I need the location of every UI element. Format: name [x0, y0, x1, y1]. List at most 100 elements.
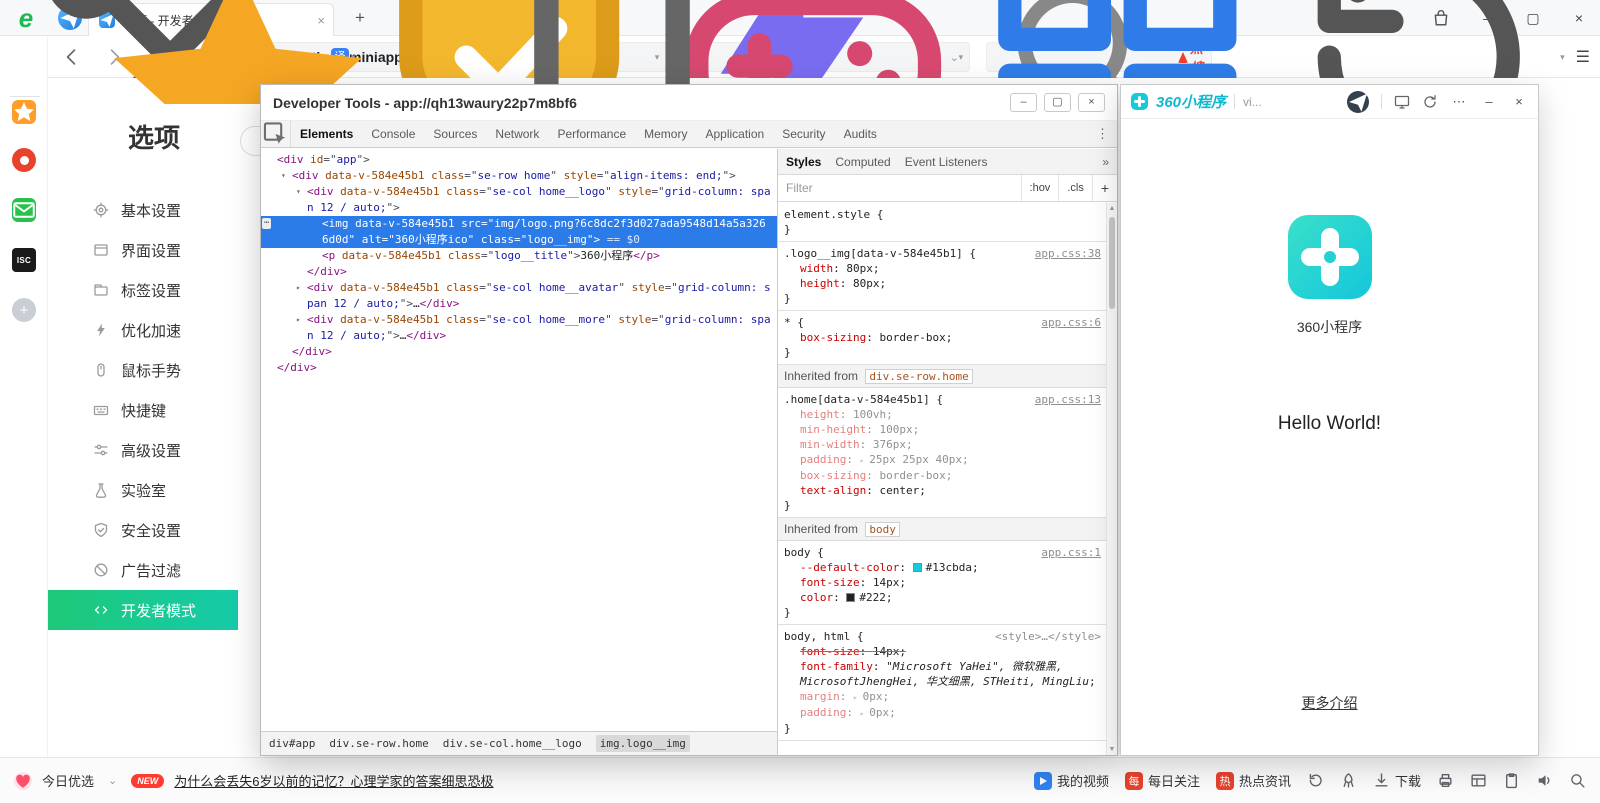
devtools-tab-elements[interactable]: Elements — [291, 121, 362, 147]
stylesheet-link[interactable]: app.css:38 — [1035, 246, 1101, 261]
miniapp-titlebar[interactable]: 360小程序 vi... ⋯ – × — [1121, 85, 1538, 119]
styles-filter-input[interactable]: Filter — [786, 181, 1021, 195]
daily-follow-item[interactable]: 每每日关注 — [1125, 771, 1200, 790]
stylesheet-link[interactable]: app.css:1 — [1041, 545, 1101, 560]
dom-tree-node[interactable]: <p data-v-584e45b1 class="logo__title">3… — [261, 248, 777, 264]
color-swatch[interactable] — [913, 563, 922, 572]
sidebar-tab-computed[interactable]: Computed — [835, 155, 890, 169]
css-property[interactable]: text-align: center; — [784, 483, 1101, 498]
settings-menu-item-window[interactable]: 界面设置 — [48, 230, 238, 270]
devtools-tab-security[interactable]: Security — [773, 121, 834, 147]
devtools-titlebar[interactable]: Developer Tools - app://qh13waury22p7m8b… — [261, 85, 1117, 121]
scrollbar-thumb[interactable] — [1109, 217, 1115, 309]
dom-tree-node[interactable]: </div> — [261, 360, 777, 376]
css-property[interactable]: font-size: 14px; — [784, 575, 1101, 590]
css-selector[interactable]: * { — [784, 315, 1033, 330]
dom-tree-node[interactable]: </div> — [261, 264, 777, 280]
boost-icon[interactable] — [1307, 772, 1324, 789]
color-swatch[interactable] — [846, 593, 855, 602]
monitor-icon[interactable] — [1394, 94, 1410, 110]
breadcrumb-item[interactable]: img.logo__img — [596, 735, 690, 752]
styles-toggle-cls[interactable]: .cls — [1058, 175, 1092, 201]
sidebar-more-icon[interactable]: » — [1102, 155, 1109, 169]
settings-menu-item-block[interactable]: 广告过滤 — [48, 550, 238, 590]
inherited-node-link[interactable]: div.se-row.home — [865, 369, 972, 384]
settings-menu-item-dev[interactable]: 开发者模式 — [48, 590, 238, 630]
sidebar-tab-event-listeners[interactable]: Event Listeners — [905, 155, 988, 169]
stylesheet-link[interactable]: app.css:6 — [1041, 315, 1101, 330]
css-property[interactable]: color: #222; — [784, 590, 1101, 605]
devtools-tab-audits[interactable]: Audits — [835, 121, 886, 147]
css-property[interactable]: margin: ▸ 0px; — [784, 689, 1101, 705]
dom-tree-node[interactable]: ▾<div data-v-584e45b1 class="se-col home… — [261, 184, 777, 216]
css-property[interactable]: min-height: 100px; — [784, 422, 1101, 437]
css-selector[interactable]: body, html { — [784, 629, 987, 644]
settings-menu-item-keys[interactable]: 快捷键 — [48, 390, 238, 430]
isc-sidebar-icon[interactable]: ISC — [12, 248, 36, 272]
devtools-tab-sources[interactable]: Sources — [424, 121, 486, 147]
settings-menu-item-bolt[interactable]: 优化加速 — [48, 310, 238, 350]
main-menu-icon[interactable]: ☰ — [1576, 47, 1590, 67]
dom-tree-node[interactable]: ▸<div data-v-584e45b1 class="se-col home… — [261, 312, 777, 344]
zoom-search-icon[interactable] — [1569, 772, 1586, 789]
breadcrumb-item[interactable]: div#app — [269, 737, 315, 750]
css-property[interactable]: --default-color: #13cbda; — [784, 560, 1101, 575]
devtools-more-icon[interactable]: ⋮ — [1088, 121, 1117, 147]
css-property[interactable]: min-width: 376px; — [784, 437, 1101, 452]
devtools-tab-application[interactable]: Application — [696, 121, 773, 147]
devtools-tab-console[interactable]: Console — [362, 121, 424, 147]
css-property[interactable]: padding: ▸ 25px 25px 40px; — [784, 452, 1101, 468]
settings-menu-item-tabs[interactable]: 标签设置 — [48, 270, 238, 310]
css-selector[interactable]: body { — [784, 545, 1033, 560]
devtools-tab-network[interactable]: Network — [486, 121, 548, 147]
dom-tree-node[interactable]: </div> — [261, 344, 777, 360]
devtools-tab-memory[interactable]: Memory — [635, 121, 696, 147]
panel-icon[interactable] — [1470, 772, 1487, 789]
download-item[interactable]: 下载 — [1373, 771, 1421, 790]
speaker-icon[interactable] — [1536, 772, 1553, 789]
scrollbar[interactable]: ▲ ▼ — [1106, 203, 1117, 755]
styles-toggle-hov[interactable]: :hov — [1021, 175, 1059, 201]
daily-pick-label[interactable]: 今日优选 — [42, 771, 94, 790]
my-videos-item[interactable]: 我的视频 — [1034, 771, 1109, 790]
css-selector[interactable]: element.style { — [784, 207, 1101, 222]
close-button[interactable]: × — [1570, 9, 1588, 27]
inspect-element-icon[interactable] — [261, 121, 291, 147]
inherited-node-link[interactable]: body — [865, 522, 900, 537]
miniapp-minimize-button[interactable]: – — [1480, 94, 1498, 109]
settings-menu-item-gear[interactable]: 基本设置 — [48, 190, 238, 230]
rocket-icon[interactable] — [1340, 772, 1357, 789]
css-property[interactable]: font-size: 14px; — [784, 644, 1101, 659]
css-property[interactable]: font-family: "Microsoft YaHei", 微软雅黑, Mi… — [784, 659, 1101, 689]
dom-tree-node[interactable]: ▾<div data-v-584e45b1 class="se-row home… — [261, 168, 777, 184]
node-menu-icon[interactable]: ⋯ — [262, 218, 271, 229]
styles-toggle-[interactable]: + — [1092, 175, 1117, 201]
dom-tree-node[interactable]: ⋯<img data-v-584e45b1 src="img/logo.png?… — [261, 216, 777, 248]
breadcrumb-item[interactable]: div.se-row.home — [329, 737, 428, 750]
chevron-down-icon[interactable]: ⌄ — [108, 774, 117, 787]
printer-icon[interactable] — [1437, 772, 1454, 789]
settings-menu-item-shield[interactable]: 安全设置 — [48, 510, 238, 550]
refresh-icon[interactable] — [1422, 94, 1438, 110]
miniapp-close-button[interactable]: × — [1510, 94, 1528, 109]
mail-sidebar-icon[interactable] — [12, 198, 36, 222]
settings-menu-item-sliders[interactable]: 高级设置 — [48, 430, 238, 470]
expand-arrow-icon[interactable]: ▸ — [296, 280, 301, 296]
devtools-minimize-button[interactable]: – — [1010, 93, 1037, 112]
css-property[interactable]: height: 80px; — [784, 276, 1101, 291]
css-property[interactable]: width: 80px; — [784, 261, 1101, 276]
news-headline-link[interactable]: 为什么会丢失6岁以前的记忆？心理学家的答案细思恐极 — [174, 771, 493, 790]
stylesheet-link[interactable]: <style>…</style> — [995, 629, 1101, 644]
devtools-tab-performance[interactable]: Performance — [548, 121, 635, 147]
dom-tree-node[interactable]: ▸<div data-v-584e45b1 class="se-col home… — [261, 280, 777, 312]
add-sidebar-icon[interactable]: + — [12, 298, 36, 322]
settings-menu-item-mouse[interactable]: 鼠标手势 — [48, 350, 238, 390]
sidebar-tab-styles[interactable]: Styles — [786, 155, 821, 169]
css-property[interactable]: height: 100vh; — [784, 407, 1101, 422]
hot-news-item[interactable]: 热热点资讯 — [1216, 771, 1291, 790]
css-selector[interactable]: .logo__img[data-v-584e45b1] { — [784, 246, 1027, 261]
expand-arrow-icon[interactable]: ▾ — [296, 184, 301, 200]
breadcrumb-item[interactable]: div.se-col.home__logo — [443, 737, 582, 750]
settings-menu-item-flask[interactable]: 实验室 — [48, 470, 238, 510]
miniapp-more-link[interactable]: 更多介绍 — [1121, 693, 1538, 713]
